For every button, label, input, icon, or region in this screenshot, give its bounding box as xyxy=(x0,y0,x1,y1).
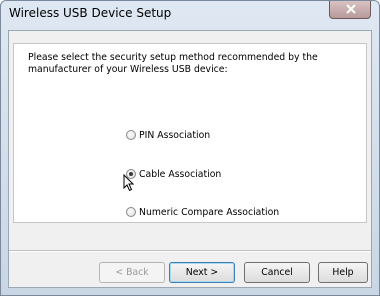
cancel-button[interactable]: Cancel xyxy=(244,262,310,283)
option-numeric-compare-association[interactable]: Numeric Compare Association xyxy=(126,205,279,219)
option-label: Numeric Compare Association xyxy=(139,206,280,218)
content-panel: Please select the security setup method … xyxy=(13,43,367,223)
mouse-pointer-icon xyxy=(123,174,135,192)
option-label: PIN Association xyxy=(139,129,211,141)
help-button[interactable]: Help xyxy=(318,262,368,283)
radio-pin-association[interactable] xyxy=(126,130,136,140)
next-button[interactable]: Next > xyxy=(169,262,235,283)
dialog-body: Please select the security setup method … xyxy=(8,30,372,288)
setup-dialog: Wireless USB Device Setup Please select … xyxy=(0,0,380,296)
window-title: Wireless USB Device Setup xyxy=(9,6,172,20)
close-button[interactable] xyxy=(329,1,371,19)
title-bar[interactable]: Wireless USB Device Setup xyxy=(1,1,379,29)
option-pin-association[interactable]: PIN Association xyxy=(126,128,210,142)
back-button[interactable]: < Back xyxy=(99,262,165,283)
option-label: Cable Association xyxy=(139,168,222,180)
option-cable-association[interactable]: Cable Association xyxy=(126,167,221,181)
instruction-text: Please select the security setup method … xyxy=(28,52,318,75)
close-icon xyxy=(346,4,356,14)
radio-numeric-compare-association[interactable] xyxy=(126,207,136,217)
footer-divider xyxy=(9,250,371,252)
